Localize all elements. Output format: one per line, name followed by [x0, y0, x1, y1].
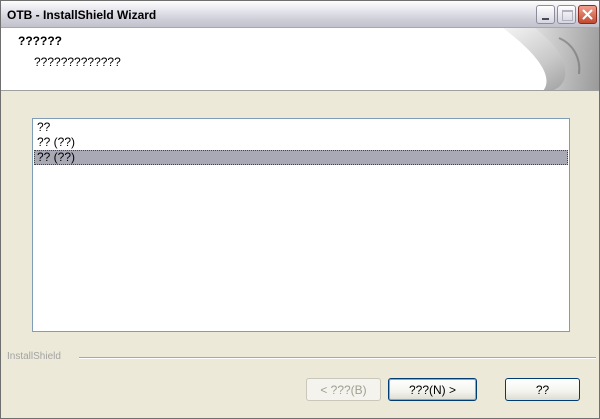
maximize-icon[interactable] — [557, 5, 576, 24]
close-icon[interactable] — [578, 5, 597, 24]
window-title: OTB - InstallShield Wizard — [7, 8, 157, 22]
cancel-button[interactable]: ?? — [505, 378, 580, 401]
back-button[interactable]: < ???(B) — [306, 378, 381, 401]
title-bar[interactable]: OTB - InstallShield Wizard — [1, 1, 599, 28]
list-item-selected[interactable]: ?? (??) — [34, 150, 568, 165]
footer-separator — [79, 357, 596, 359]
header-subtitle: ????????????? — [34, 55, 121, 69]
installshield-window: OTB - InstallShield Wizard ?????? ??????… — [0, 0, 600, 419]
installshield-brand: InstallShield — [7, 351, 61, 362]
minimize-icon[interactable] — [536, 5, 555, 24]
header-title: ?????? — [18, 34, 62, 48]
component-listbox[interactable]: ?? ?? (??) ?? (??) — [32, 118, 570, 332]
next-button[interactable]: ???(N) > — [388, 378, 477, 401]
list-item[interactable]: ?? (??) — [34, 135, 568, 150]
list-item[interactable]: ?? — [34, 120, 568, 135]
header-banner: ?????? ????????????? — [1, 28, 599, 91]
page-curl-graphic — [503, 28, 599, 90]
